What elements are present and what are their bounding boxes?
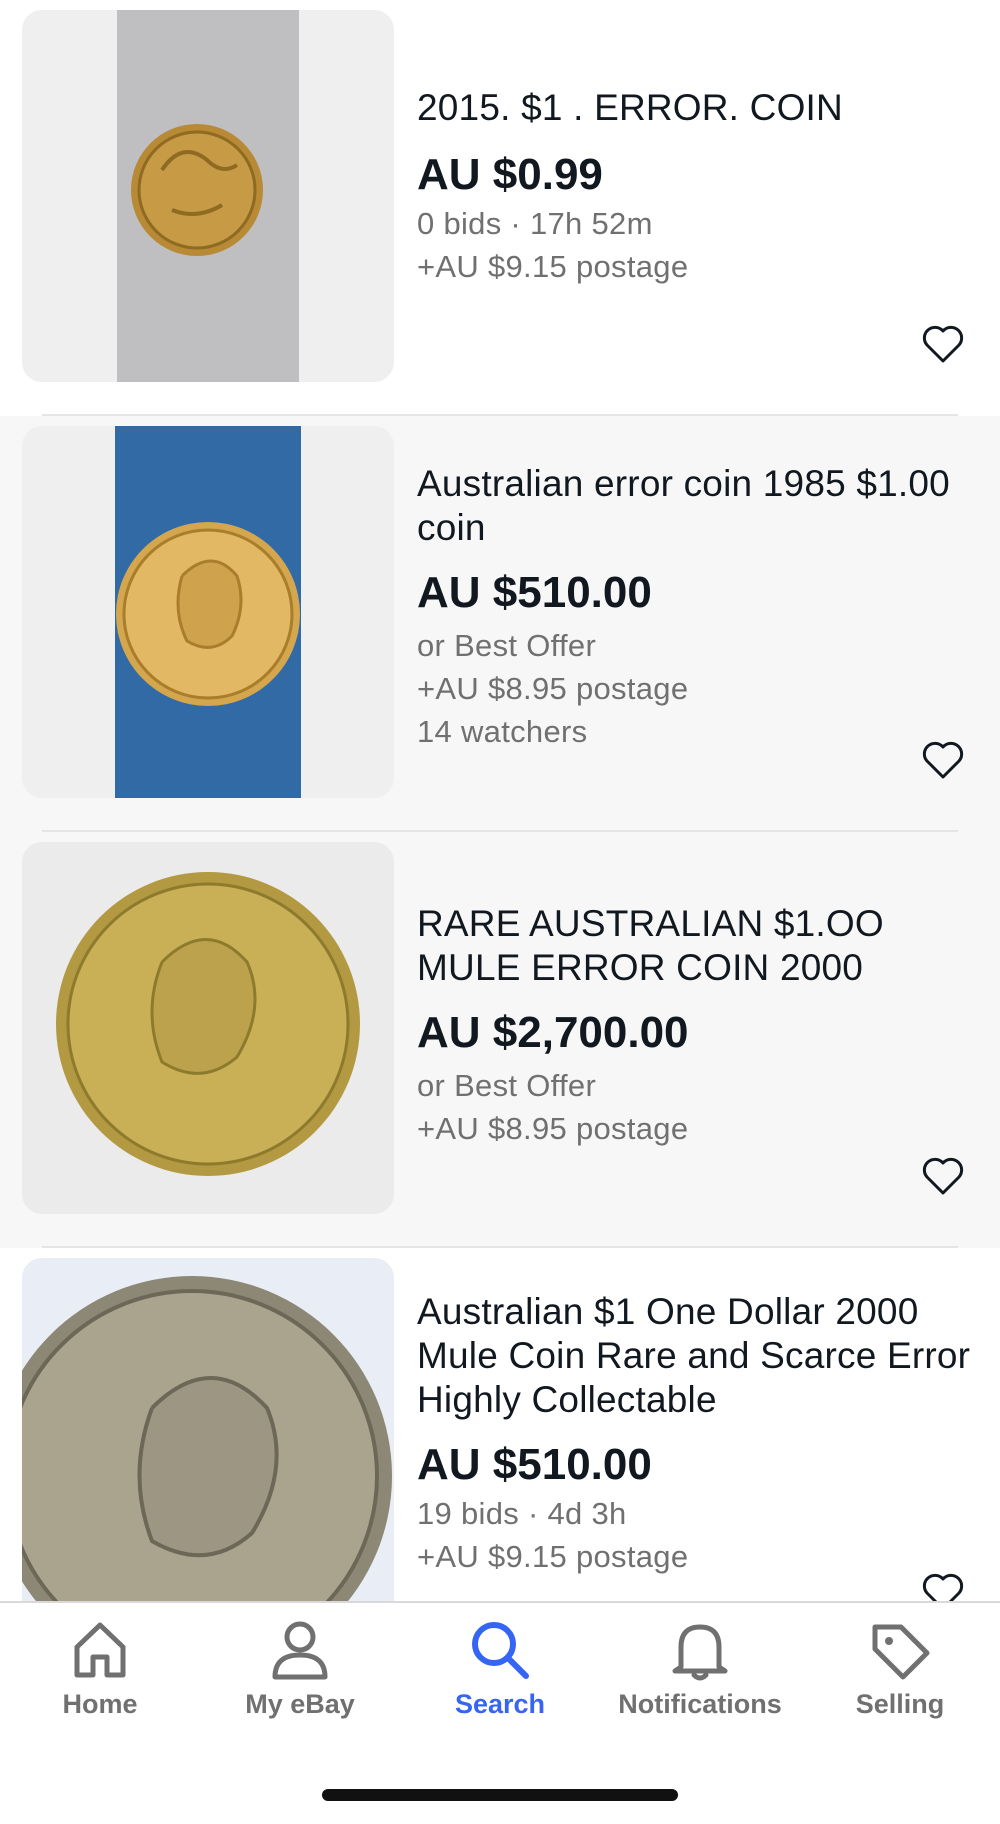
listing-item[interactable]: Australian error coin 1985 $1.00 coin AU… — [0, 416, 1000, 832]
listing-best-offer: or Best Offer — [417, 628, 597, 663]
coin-photo — [117, 10, 299, 382]
listing-price: AU $2,700.00 — [417, 1008, 689, 1057]
home-indicator[interactable] — [322, 1789, 678, 1801]
listing-price: AU $0.99 — [417, 150, 603, 199]
listing-postage: +AU $9.15 postage — [417, 249, 689, 284]
coin-photo — [115, 426, 301, 798]
tab-home[interactable]: Home — [0, 1617, 200, 1737]
tab-selling[interactable]: Selling — [800, 1617, 1000, 1737]
listing-title[interactable]: 2015. $1 . ERROR. COIN — [417, 86, 980, 130]
listing-item[interactable]: 2015. $1 . ERROR. COIN AU $0.99 0 bids ·… — [0, 0, 1000, 416]
tab-label: Selling — [855, 1689, 945, 1719]
listing-postage: +AU $8.95 postage — [417, 1111, 689, 1146]
listing-bids-time: 19 bids · 4d 3h — [417, 1496, 627, 1531]
listing-thumbnail[interactable] — [22, 842, 394, 1214]
listing-bids-time: 0 bids · 17h 52m — [417, 206, 653, 241]
home-icon — [74, 1622, 126, 1678]
bell-icon — [672, 1624, 728, 1681]
watch-heart-icon[interactable] — [922, 324, 964, 364]
coin-photo — [22, 1258, 394, 1630]
listing-item[interactable]: RARE AUSTRALIAN $1.OO MULE ERROR COIN 20… — [0, 832, 1000, 1248]
listing-thumbnail[interactable] — [22, 1258, 394, 1630]
person-icon — [272, 1621, 328, 1680]
listing-postage: +AU $8.95 postage — [417, 671, 689, 706]
watch-heart-icon[interactable] — [922, 740, 964, 780]
listing-best-offer: or Best Offer — [417, 1068, 597, 1103]
listing-title[interactable]: Australian $1 One Dollar 2000 Mule Coin … — [417, 1290, 980, 1422]
tag-icon — [872, 1624, 930, 1680]
listing-price: AU $510.00 — [417, 1440, 652, 1489]
tab-my-ebay[interactable]: My eBay — [200, 1617, 400, 1737]
tab-label: Home — [62, 1689, 138, 1719]
tab-notifications[interactable]: Notifications — [600, 1617, 800, 1737]
tab-label: Notifications — [618, 1689, 782, 1719]
listing-thumbnail[interactable] — [22, 426, 394, 798]
coin-photo — [22, 842, 394, 1214]
tab-label: My eBay — [245, 1689, 355, 1719]
listing-price: AU $510.00 — [417, 568, 652, 617]
tab-search[interactable]: Search — [400, 1617, 600, 1737]
listing-postage: +AU $9.15 postage — [417, 1539, 689, 1574]
search-icon — [472, 1622, 529, 1679]
listing-title[interactable]: Australian error coin 1985 $1.00 coin — [417, 462, 980, 550]
tab-label: Search — [454, 1689, 546, 1719]
listing-thumbnail[interactable] — [22, 10, 394, 382]
listing-title[interactable]: RARE AUSTRALIAN $1.OO MULE ERROR COIN 20… — [417, 902, 980, 990]
watch-heart-icon[interactable] — [922, 1156, 964, 1196]
listing-watchers: 14 watchers — [417, 714, 588, 749]
